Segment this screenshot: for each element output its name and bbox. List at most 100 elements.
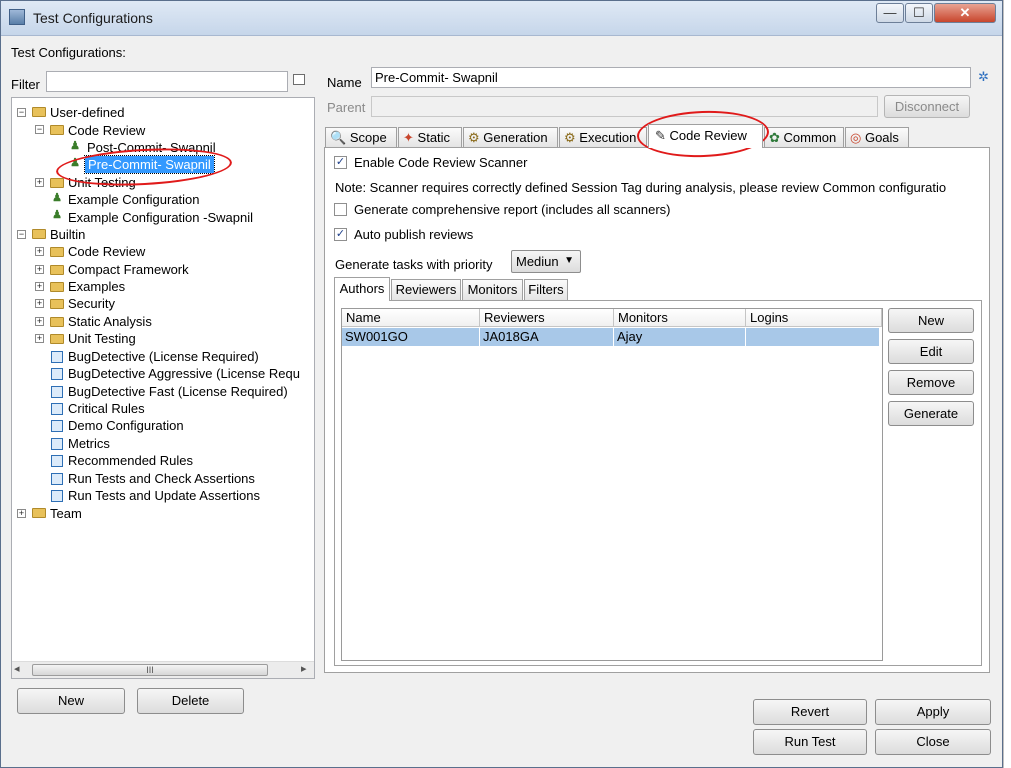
column-header-monitors[interactable]: Monitors bbox=[614, 309, 746, 327]
column-header-logins[interactable]: Logins bbox=[746, 309, 882, 327]
tree-node-user-defined[interactable]: User-defined bbox=[50, 104, 124, 121]
tab-common[interactable]: ✿ Common bbox=[764, 127, 844, 147]
scrollbar-thumb[interactable]: III bbox=[32, 664, 268, 676]
table-cell-monitors[interactable]: Ajay bbox=[614, 328, 746, 346]
delete-config-button[interactable]: Delete bbox=[137, 688, 244, 714]
tree-horizontal-scrollbar[interactable]: ◂ III ▸ bbox=[12, 661, 314, 678]
expand-toggle[interactable]: + bbox=[35, 299, 44, 308]
window-title: Test Configurations bbox=[33, 10, 153, 26]
apply-button[interactable]: Apply bbox=[875, 699, 991, 725]
tree-node-example-config[interactable]: Example Configuration bbox=[68, 191, 200, 208]
scroll-left-icon[interactable]: ◂ bbox=[14, 662, 20, 675]
expand-toggle-user-defined[interactable]: − bbox=[17, 108, 26, 117]
column-header-reviewers[interactable]: Reviewers bbox=[480, 309, 614, 327]
builtin-config-icon bbox=[51, 490, 63, 502]
subtab-monitors[interactable]: Monitors bbox=[462, 279, 523, 300]
tree-node-builtin-config[interactable]: Recommended Rules bbox=[68, 452, 193, 469]
execution-icon: ⚙ bbox=[564, 130, 576, 145]
builtin-config-icon bbox=[51, 368, 63, 380]
app-icon bbox=[9, 9, 25, 25]
authors-table[interactable]: Name Reviewers Monitors Logins SW001GO J… bbox=[341, 308, 883, 661]
configuration-tree[interactable]: − User-defined − Code Review ♟ Post-Comm… bbox=[11, 97, 315, 679]
builtin-folder-icon bbox=[32, 229, 46, 239]
priority-dropdown[interactable]: Mediun ▼ bbox=[511, 250, 581, 273]
tree-node-ud-code-review[interactable]: Code Review bbox=[68, 122, 145, 139]
code-review-icon: ✎ bbox=[655, 128, 666, 143]
tab-scope[interactable]: 🔍 Scope bbox=[325, 127, 397, 147]
folder-icon bbox=[50, 247, 64, 257]
close-icon: ✕ bbox=[959, 5, 971, 20]
revert-button[interactable]: Revert bbox=[753, 699, 867, 725]
tree-node-example-config-swapnil[interactable]: Example Configuration -Swapnil bbox=[68, 209, 253, 226]
tree-node-builtin-config[interactable]: BugDetective Fast (License Required) bbox=[68, 383, 288, 400]
tab-code-review[interactable]: ✎ Code Review bbox=[648, 124, 763, 148]
tree-node-builtin-folder[interactable]: Unit Testing bbox=[68, 330, 136, 347]
scroll-right-icon[interactable]: ▸ bbox=[301, 662, 307, 675]
tree-node-builtin-folder[interactable]: Code Review bbox=[68, 243, 145, 260]
tree-node-builtin-config[interactable]: Metrics bbox=[68, 435, 110, 452]
tree-node-builtin-config[interactable]: Run Tests and Check Assertions bbox=[68, 470, 255, 487]
expand-toggle[interactable]: + bbox=[35, 282, 44, 291]
tree-node-builtin-folder[interactable]: Static Analysis bbox=[68, 313, 152, 330]
tree-node-builtin-config[interactable]: Critical Rules bbox=[68, 400, 145, 417]
example-config-swapnil-icon: ♟ bbox=[52, 209, 62, 221]
comprehensive-report-checkbox[interactable] bbox=[334, 203, 347, 216]
filter-options-icon[interactable] bbox=[293, 74, 305, 85]
tree-node-builtin[interactable]: Builtin bbox=[50, 226, 85, 243]
title-bar: Test Configurations — ☐ ✕ bbox=[1, 1, 1002, 36]
maximize-button[interactable]: ☐ bbox=[905, 3, 933, 23]
filter-input[interactable] bbox=[46, 71, 288, 92]
tab-label: Scope bbox=[349, 130, 387, 145]
tree-node-builtin-folder[interactable]: Examples bbox=[68, 278, 125, 295]
expand-toggle[interactable]: + bbox=[35, 334, 44, 343]
builtin-config-icon bbox=[51, 455, 63, 467]
tree-node-builtin-config[interactable]: BugDetective Aggressive (License Requ bbox=[68, 365, 300, 382]
priority-label: Generate tasks with priority bbox=[335, 257, 493, 272]
tree-node-builtin-folder[interactable]: Security bbox=[68, 295, 115, 312]
expand-toggle-ud-code-review[interactable]: − bbox=[35, 125, 44, 134]
expand-toggle-ud-unit-testing[interactable]: + bbox=[35, 178, 44, 187]
table-cell-reviewers[interactable]: JA018GA bbox=[480, 328, 614, 346]
expand-toggle[interactable]: + bbox=[35, 317, 44, 326]
subtab-filters[interactable]: Filters bbox=[524, 279, 568, 300]
tree-node-team[interactable]: Team bbox=[50, 505, 82, 522]
folder-icon bbox=[50, 265, 64, 275]
wand-icon[interactable]: ✲ bbox=[978, 70, 992, 84]
new-author-button[interactable]: New bbox=[888, 308, 974, 333]
auto-publish-checkbox[interactable]: ✓ bbox=[334, 228, 347, 241]
folder-icon bbox=[50, 334, 64, 344]
tab-static[interactable]: ✦ Static bbox=[398, 127, 462, 147]
table-cell-logins[interactable] bbox=[746, 328, 880, 346]
new-config-button[interactable]: New bbox=[17, 688, 125, 714]
minimize-button[interactable]: — bbox=[876, 3, 904, 23]
subtab-reviewers[interactable]: Reviewers bbox=[391, 279, 461, 300]
remove-author-button[interactable]: Remove bbox=[888, 370, 974, 395]
generate-author-button[interactable]: Generate bbox=[888, 401, 974, 426]
common-icon: ✿ bbox=[769, 130, 780, 145]
expand-toggle-team[interactable]: + bbox=[17, 509, 26, 518]
tab-execution[interactable]: ⚙ Execution bbox=[559, 127, 647, 147]
tree-node-builtin-config[interactable]: BugDetective (License Required) bbox=[68, 348, 259, 365]
expand-toggle[interactable]: + bbox=[35, 247, 44, 256]
static-icon: ✦ bbox=[403, 130, 414, 145]
expand-toggle[interactable]: + bbox=[35, 265, 44, 274]
tree-node-builtin-folder[interactable]: Compact Framework bbox=[68, 261, 189, 278]
table-cell-name[interactable]: SW001GO bbox=[342, 328, 480, 346]
auto-publish-label: Auto publish reviews bbox=[354, 227, 474, 242]
tab-generation[interactable]: ⚙ Generation bbox=[463, 127, 558, 147]
subtab-authors[interactable]: Authors bbox=[334, 277, 390, 301]
run-test-button[interactable]: Run Test bbox=[753, 729, 867, 755]
test-configurations-window: Test Configurations — ☐ ✕ Test Configura… bbox=[0, 0, 1003, 768]
tree-node-builtin-config[interactable]: Demo Configuration bbox=[68, 417, 184, 434]
close-window-button[interactable]: ✕ bbox=[934, 3, 996, 23]
expand-toggle-builtin[interactable]: − bbox=[17, 230, 26, 239]
close-button[interactable]: Close bbox=[875, 729, 991, 755]
user-defined-folder-icon bbox=[32, 107, 46, 117]
column-header-name[interactable]: Name bbox=[342, 309, 480, 327]
tree-node-builtin-config[interactable]: Run Tests and Update Assertions bbox=[68, 487, 260, 504]
tab-goals[interactable]: ◎ Goals bbox=[845, 127, 909, 147]
enable-scanner-checkbox[interactable]: ✓ bbox=[334, 156, 347, 169]
chevron-down-icon: ▼ bbox=[564, 255, 574, 266]
name-input[interactable]: Pre-Commit- Swapnil bbox=[371, 67, 971, 88]
edit-author-button[interactable]: Edit bbox=[888, 339, 974, 364]
